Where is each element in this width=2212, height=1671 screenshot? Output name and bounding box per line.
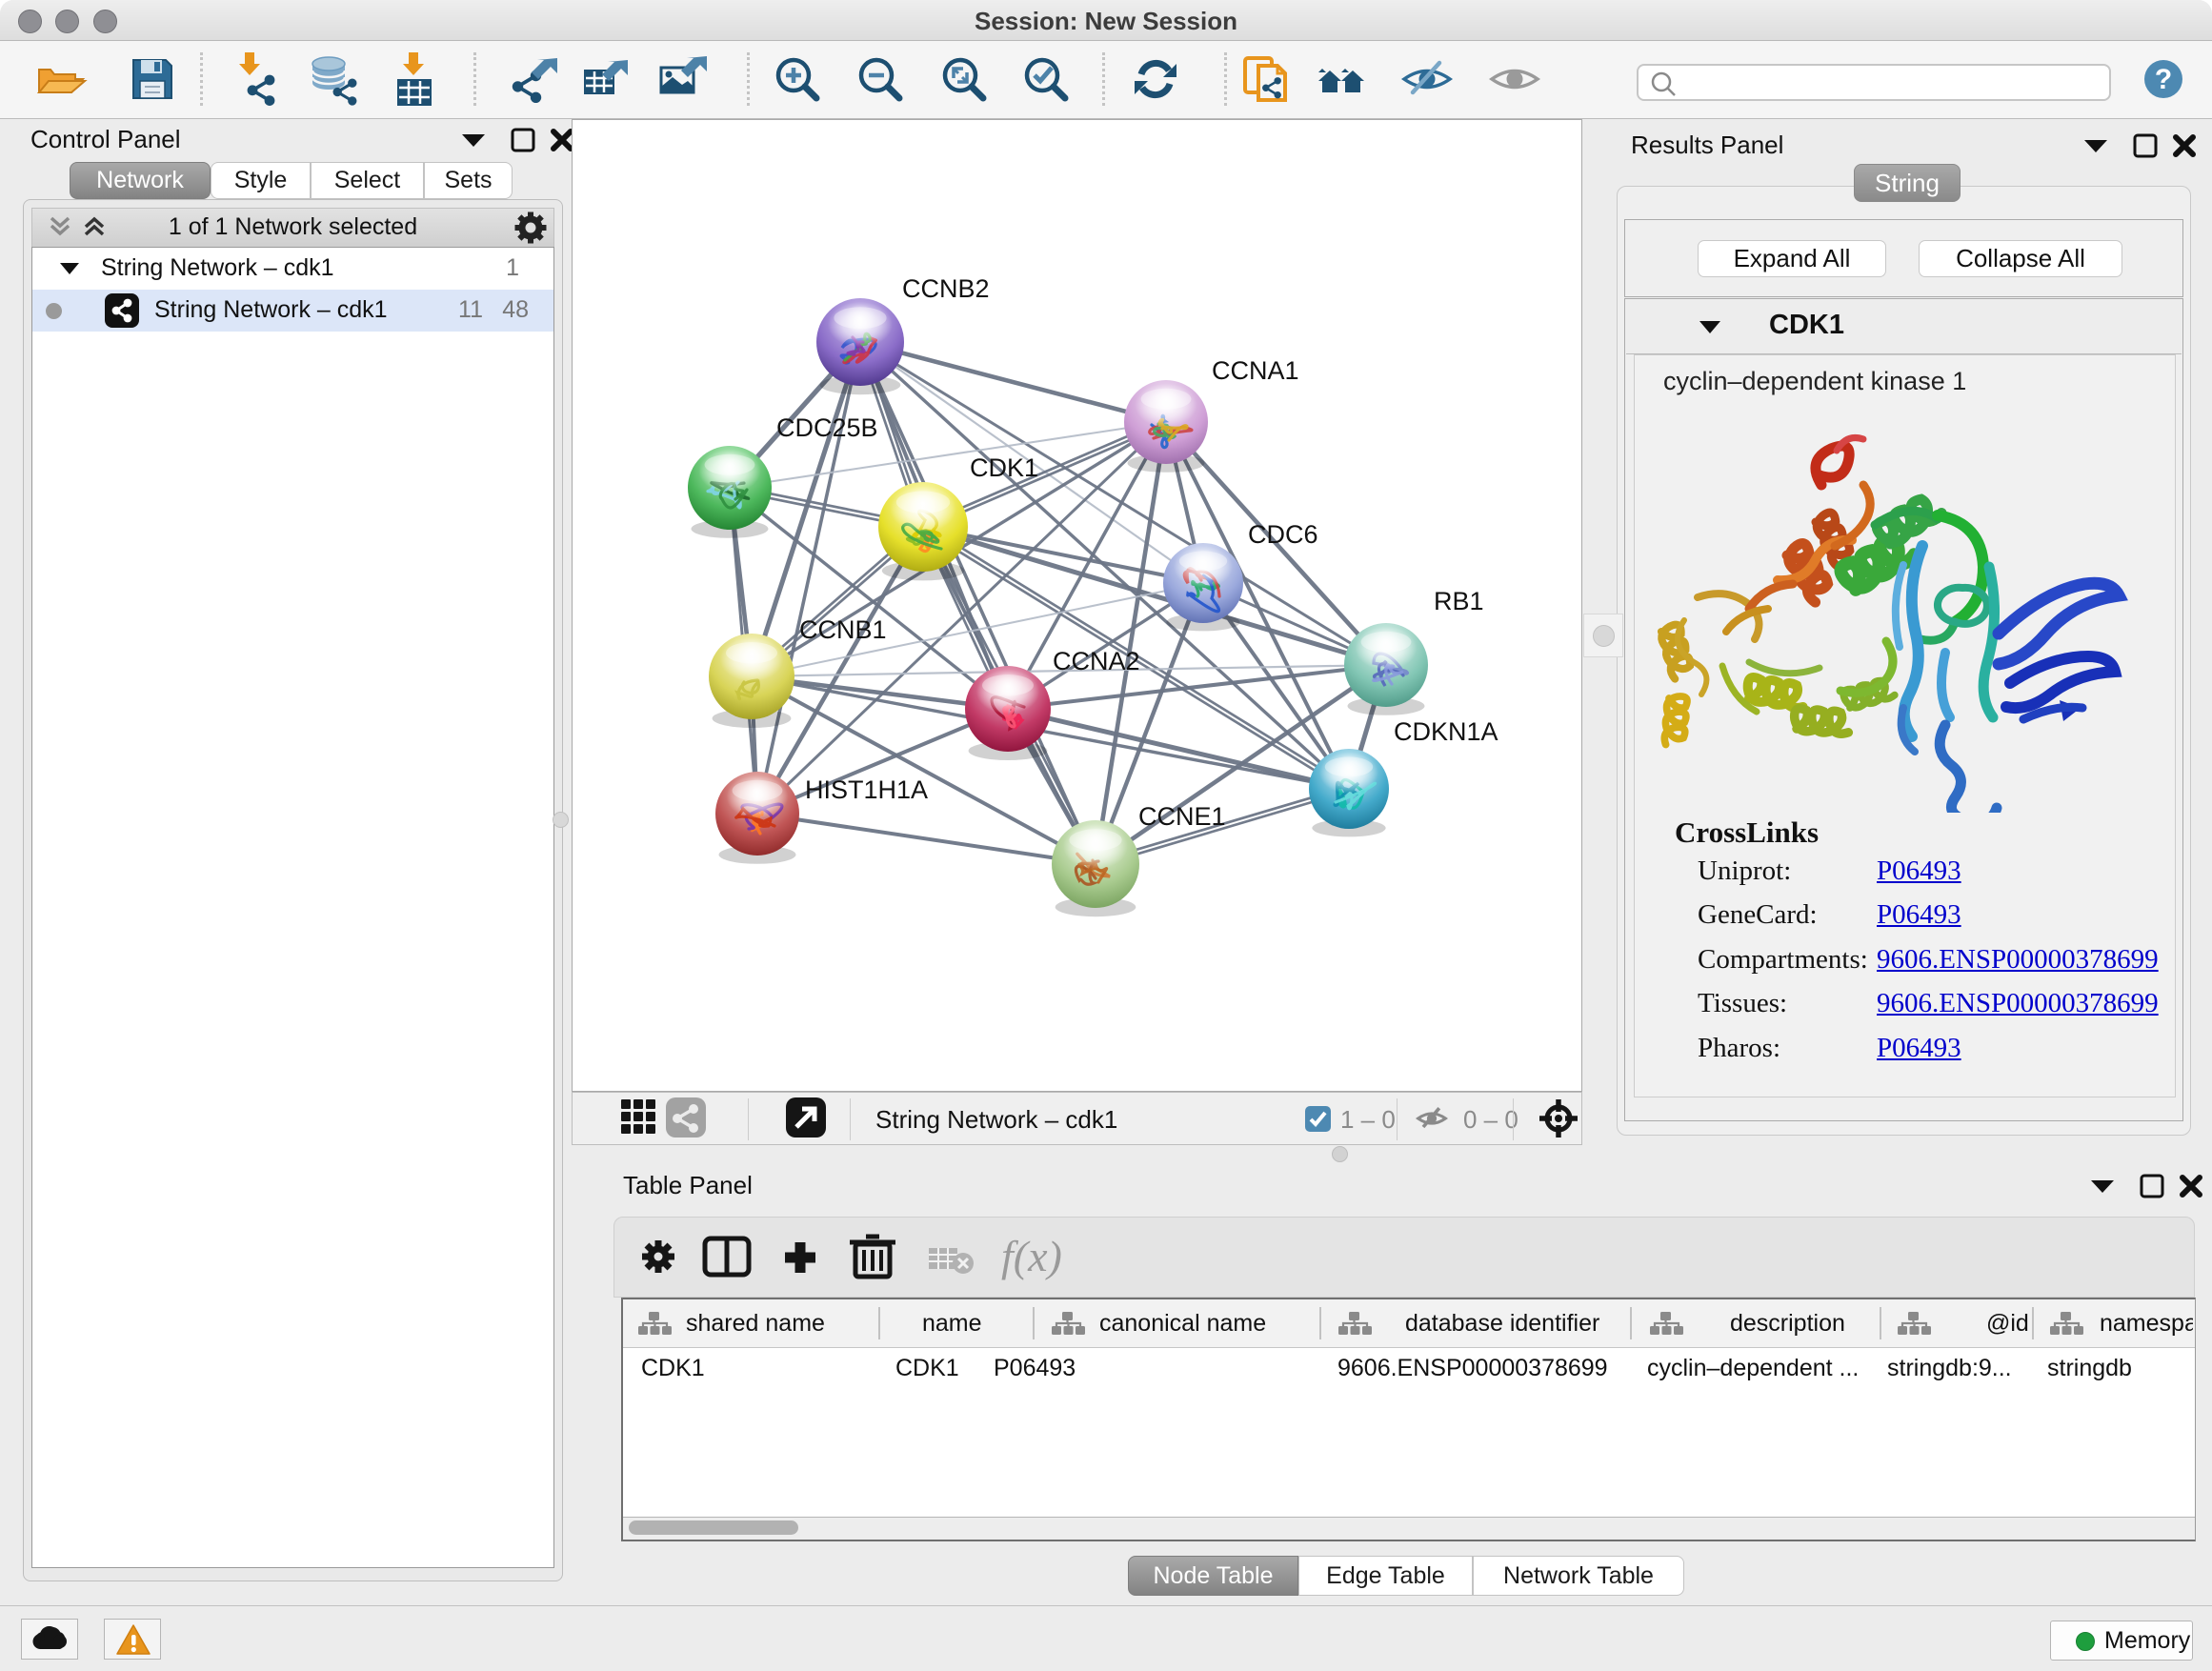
svg-text:CDC25B: CDC25B xyxy=(776,413,878,442)
svg-text:CCNB1: CCNB1 xyxy=(799,615,887,644)
svg-text:HIST1H1A: HIST1H1A xyxy=(805,775,928,804)
svg-text:CDKN1A: CDKN1A xyxy=(1394,717,1498,746)
svg-text:database identifier: database identifier xyxy=(1405,1310,1599,1337)
svg-text:shared name: shared name xyxy=(686,1310,825,1337)
svg-text:name: name xyxy=(922,1310,982,1337)
svg-text:namespace: namespace xyxy=(2100,1310,2193,1337)
svg-text:@id: @id xyxy=(1986,1310,2029,1337)
svg-text:CCNA1: CCNA1 xyxy=(1212,356,1299,385)
svg-text:canonical name: canonical name xyxy=(1099,1310,1266,1337)
svg-text:CDC6: CDC6 xyxy=(1248,520,1318,549)
svg-text:CCNA2: CCNA2 xyxy=(1053,647,1140,675)
svg-text:?: ? xyxy=(2155,64,2172,95)
svg-text:RB1: RB1 xyxy=(1434,587,1484,615)
svg-text:f(x): f(x) xyxy=(1001,1232,1062,1280)
svg-text:CCNE1: CCNE1 xyxy=(1138,802,1226,831)
svg-text:CCNB2: CCNB2 xyxy=(902,274,990,303)
svg-text:CDK1: CDK1 xyxy=(970,453,1038,482)
svg-text:description: description xyxy=(1730,1310,1845,1337)
